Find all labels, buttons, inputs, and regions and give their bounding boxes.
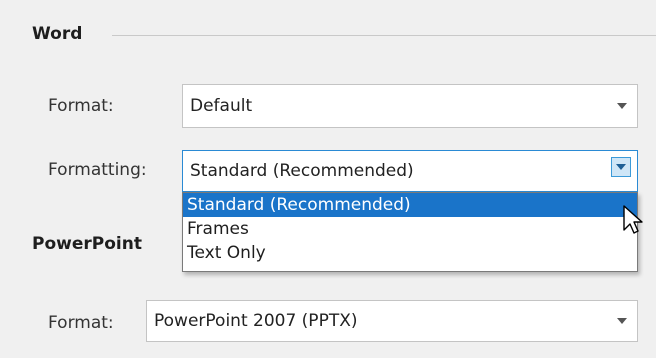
word-format-select[interactable]: Default [182, 84, 638, 128]
mouse-pointer-icon [623, 205, 643, 234]
powerpoint-format-value: PowerPoint 2007 (PPTX) [154, 311, 358, 331]
powerpoint-format-select[interactable]: PowerPoint 2007 (PPTX) [146, 300, 638, 342]
powerpoint-format-label: Format: [48, 313, 114, 333]
dropdown-button[interactable] [611, 157, 631, 177]
chevron-down-icon [616, 164, 626, 170]
word-formatting-label: Formatting: [48, 160, 147, 180]
chevron-down-icon[interactable] [617, 103, 627, 109]
formatting-dropdown-list: Standard (Recommended) Frames Text Only [182, 192, 638, 272]
word-format-label: Format: [48, 96, 114, 116]
word-format-value: Default [190, 96, 253, 116]
dropdown-option-frames[interactable]: Frames [183, 217, 637, 241]
chevron-down-icon[interactable] [617, 318, 627, 324]
dropdown-option-text-only[interactable]: Text Only [183, 241, 637, 265]
word-formatting-select[interactable]: Standard (Recommended) [182, 150, 638, 192]
powerpoint-section-title: PowerPoint [32, 234, 142, 254]
word-section-title: Word [32, 24, 83, 44]
dropdown-option-standard[interactable]: Standard (Recommended) [183, 193, 637, 217]
word-formatting-value: Standard (Recommended) [190, 161, 414, 181]
word-section-divider [112, 35, 656, 36]
